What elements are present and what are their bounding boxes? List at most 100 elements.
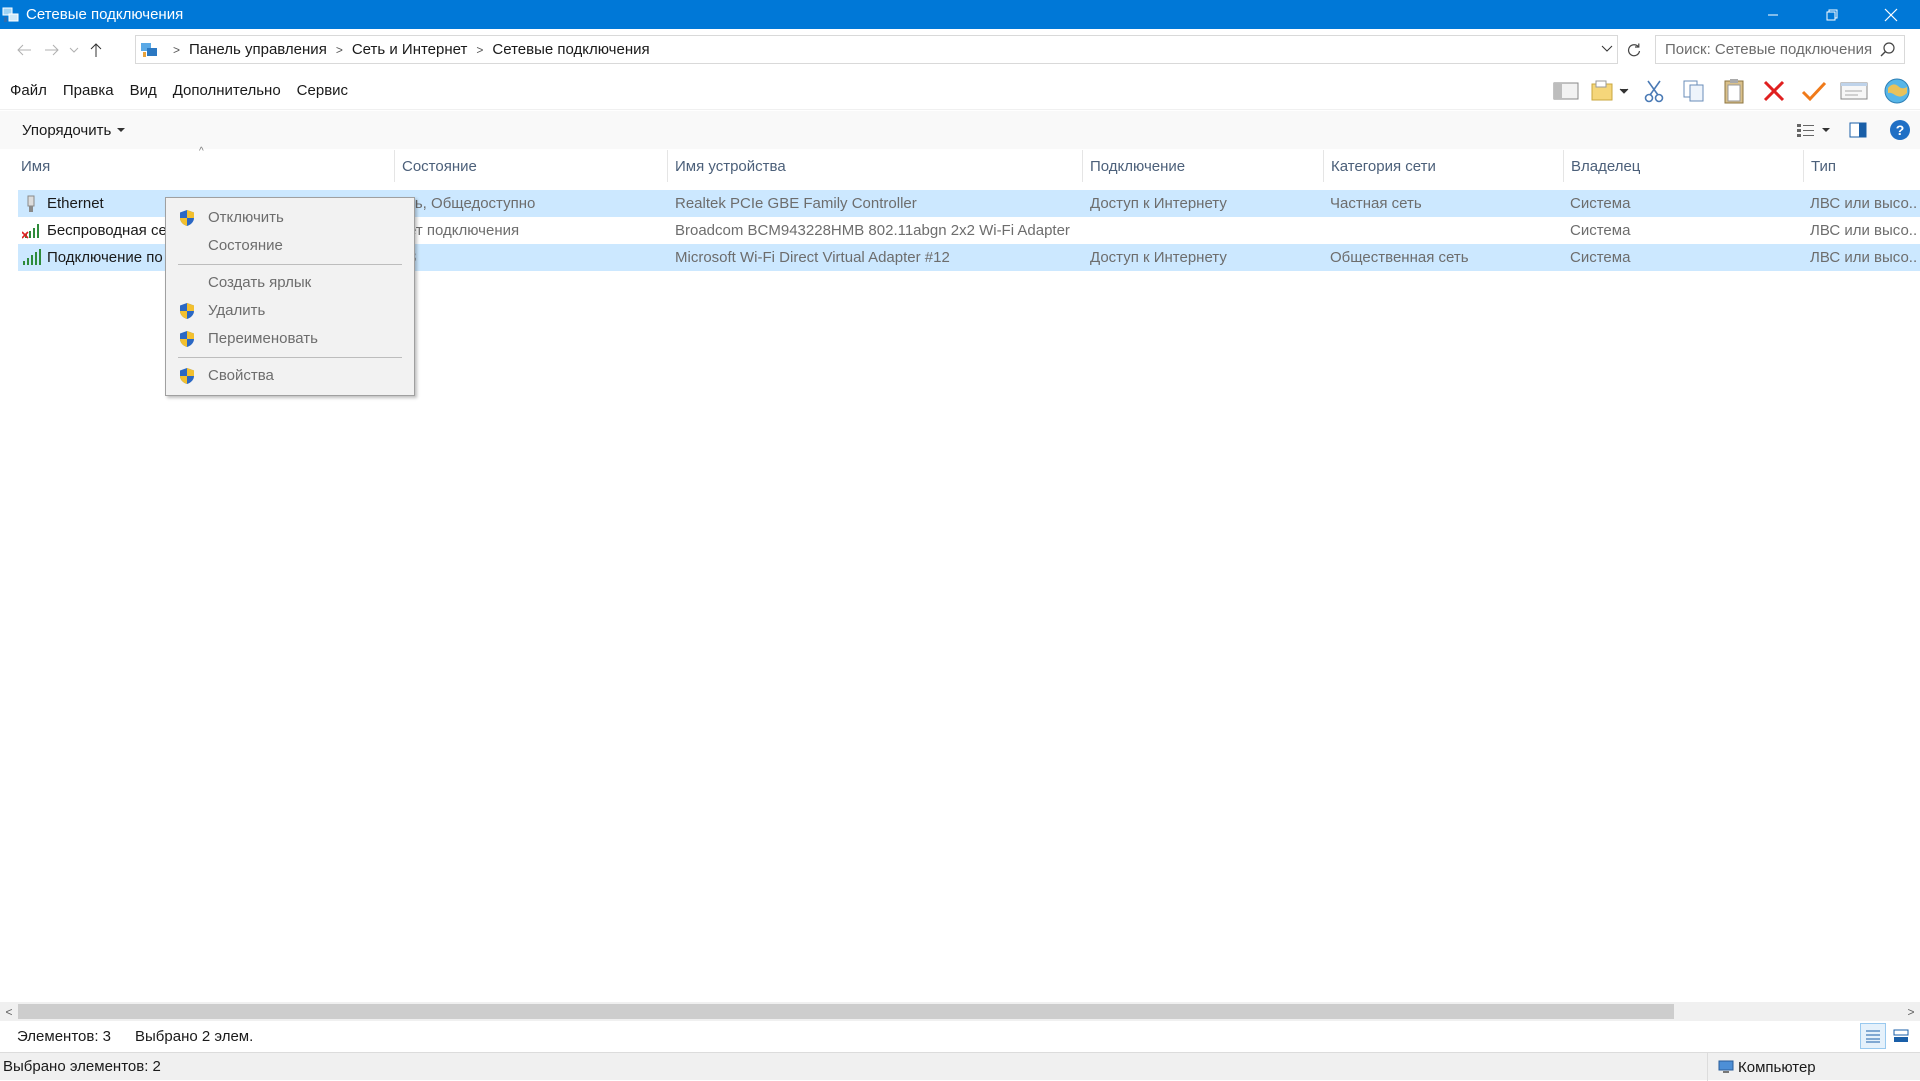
column-header-label: Подключение (1090, 157, 1186, 175)
wifi-signal-icon (22, 248, 41, 267)
column-header-row: ^ Имя Состояние Имя устройства Подключен… (0, 146, 1920, 182)
organize-button[interactable]: Упорядочить (22, 122, 126, 139)
column-header-owner[interactable]: Владелец (1564, 150, 1804, 182)
internet-globe-icon[interactable] (1874, 72, 1920, 110)
row-name-label: Беспроводная се (47, 222, 167, 239)
cut-icon[interactable] (1634, 72, 1674, 110)
context-menu-create-shortcut[interactable]: Создать ярлык (166, 269, 414, 296)
context-menu-separator (178, 357, 402, 358)
menu-advanced[interactable]: Дополнительно (173, 82, 281, 99)
row-category-cell: Частная сеть (1330, 195, 1422, 212)
large-icons-view-button[interactable] (1888, 1023, 1914, 1049)
column-header-label: Состояние (402, 157, 477, 175)
row-status-cell: ет подключения (408, 222, 520, 239)
title-bar: Сетевые подключения (0, 0, 1920, 29)
context-menu-separator (178, 264, 402, 265)
chevron-down-icon (117, 128, 126, 132)
column-header-label: Имя устройства (675, 157, 786, 175)
zone-label: Компьютер (1738, 1058, 1816, 1076)
up-arrow-icon (90, 43, 102, 57)
row-type-cell: ЛВС или высо... (1810, 249, 1918, 266)
search-placeholder: Поиск: Сетевые подключения (1665, 41, 1873, 58)
uac-shield-icon (178, 330, 196, 352)
horizontal-scrollbar[interactable]: < > (0, 1002, 1920, 1021)
item-count: Элементов: 3 (17, 1027, 112, 1045)
minimize-button[interactable] (1743, 0, 1802, 29)
zone-indicator: Компьютер (1707, 1053, 1920, 1081)
refresh-button[interactable] (1620, 35, 1648, 64)
checkmark-icon[interactable] (1794, 72, 1834, 110)
ethernet-icon (22, 195, 40, 213)
recent-locations-button[interactable] (66, 36, 82, 64)
selected-count: Выбрано 2 элем. (135, 1027, 254, 1045)
svg-text:?: ? (1896, 122, 1905, 138)
forward-button[interactable] (38, 36, 66, 64)
refresh-icon (1627, 43, 1641, 56)
details-view-icon (1797, 124, 1830, 137)
change-view-button[interactable] (1792, 111, 1836, 149)
context-menu-label: Состояние (208, 237, 283, 254)
context-menu-disable[interactable]: Отключить (166, 204, 414, 231)
delete-icon[interactable] (1754, 72, 1794, 110)
row-device-cell: Broadcom BCM943228HMB 802.11abgn 2x2 Wi-… (675, 222, 1070, 239)
scroll-right-button[interactable]: > (1902, 1002, 1920, 1021)
breadcrumb-network-internet[interactable]: Сеть и Интернет (352, 41, 468, 58)
chevron-down-icon (69, 47, 79, 53)
command-bar: Упорядочить ? (0, 111, 1920, 149)
uac-shield-icon (178, 209, 196, 231)
restore-button[interactable] (1802, 0, 1861, 29)
menu-view[interactable]: Вид (130, 82, 157, 99)
column-header-name[interactable]: Имя (14, 150, 395, 182)
preview-pane-icon (1849, 122, 1867, 138)
context-menu-delete[interactable]: Удалить (166, 297, 414, 324)
address-history-chevron-icon[interactable] (1601, 41, 1613, 61)
row-connection-cell: Доступ к Интернету (1090, 195, 1227, 212)
network-connections-app-icon (2, 6, 20, 24)
context-menu-label: Свойства (208, 367, 274, 384)
breadcrumb-separator: > (173, 42, 181, 57)
scroll-left-button[interactable]: < (0, 1002, 18, 1021)
breadcrumb-separator: > (476, 42, 484, 57)
column-header-type[interactable]: Тип (1804, 150, 1920, 182)
menu-edit[interactable]: Правка (63, 82, 114, 99)
context-menu: Отключить Состояние Создать ярлык Удалит… (165, 197, 415, 396)
help-icon: ? (1890, 120, 1910, 140)
paste-icon[interactable] (1714, 72, 1754, 110)
breadcrumb-control-panel[interactable]: Панель управления (189, 41, 327, 58)
row-owner-cell: Система (1570, 222, 1631, 239)
menu-file[interactable]: Файл (10, 82, 47, 99)
views-dropdown-icon[interactable] (1586, 72, 1634, 110)
details-view-icon (1866, 1030, 1880, 1043)
properties-window-icon[interactable] (1834, 72, 1874, 110)
menu-tools[interactable]: Сервис (297, 82, 348, 99)
row-status-cell: ть, Общедоступно (408, 195, 536, 212)
folders-pane-icon[interactable] (1546, 72, 1586, 110)
up-button[interactable] (82, 36, 110, 64)
context-menu-rename[interactable]: Переименовать (166, 325, 414, 352)
column-header-device-name[interactable]: Имя устройства (668, 150, 1083, 182)
row-category-cell (1330, 217, 1565, 244)
search-icon[interactable] (1880, 41, 1896, 61)
breadcrumb-network-connections[interactable]: Сетевые подключения (492, 41, 649, 58)
row-owner-cell: Система (1570, 195, 1631, 212)
preview-pane-button[interactable] (1836, 111, 1880, 149)
column-header-network-category[interactable]: Категория сети (1324, 150, 1564, 182)
context-menu-status[interactable]: Состояние (166, 232, 414, 259)
copy-icon[interactable] (1674, 72, 1714, 110)
menu-bar: Файл Правка Вид Дополнительно Сервис (0, 72, 1920, 110)
wifi-disconnected-icon (21, 222, 40, 240)
row-connection-cell (1090, 217, 1325, 244)
address-bar[interactable]: > Панель управления > Сеть и Интернет > … (135, 35, 1618, 64)
row-type-cell: ЛВС или высо... (1810, 222, 1918, 239)
close-button[interactable] (1861, 0, 1920, 29)
help-button[interactable]: ? (1880, 111, 1920, 149)
selected-elements-text: Выбрано элементов: 2 (3, 1058, 161, 1075)
back-button[interactable] (10, 36, 38, 64)
search-input[interactable]: Поиск: Сетевые подключения (1655, 35, 1905, 64)
context-menu-label: Отключить (208, 209, 284, 226)
scrollbar-thumb[interactable] (18, 1004, 1674, 1019)
context-menu-properties[interactable]: Свойства (166, 362, 414, 389)
column-header-status[interactable]: Состояние (395, 150, 668, 182)
column-header-connectivity[interactable]: Подключение (1083, 150, 1324, 182)
details-view-button[interactable] (1860, 1023, 1886, 1049)
